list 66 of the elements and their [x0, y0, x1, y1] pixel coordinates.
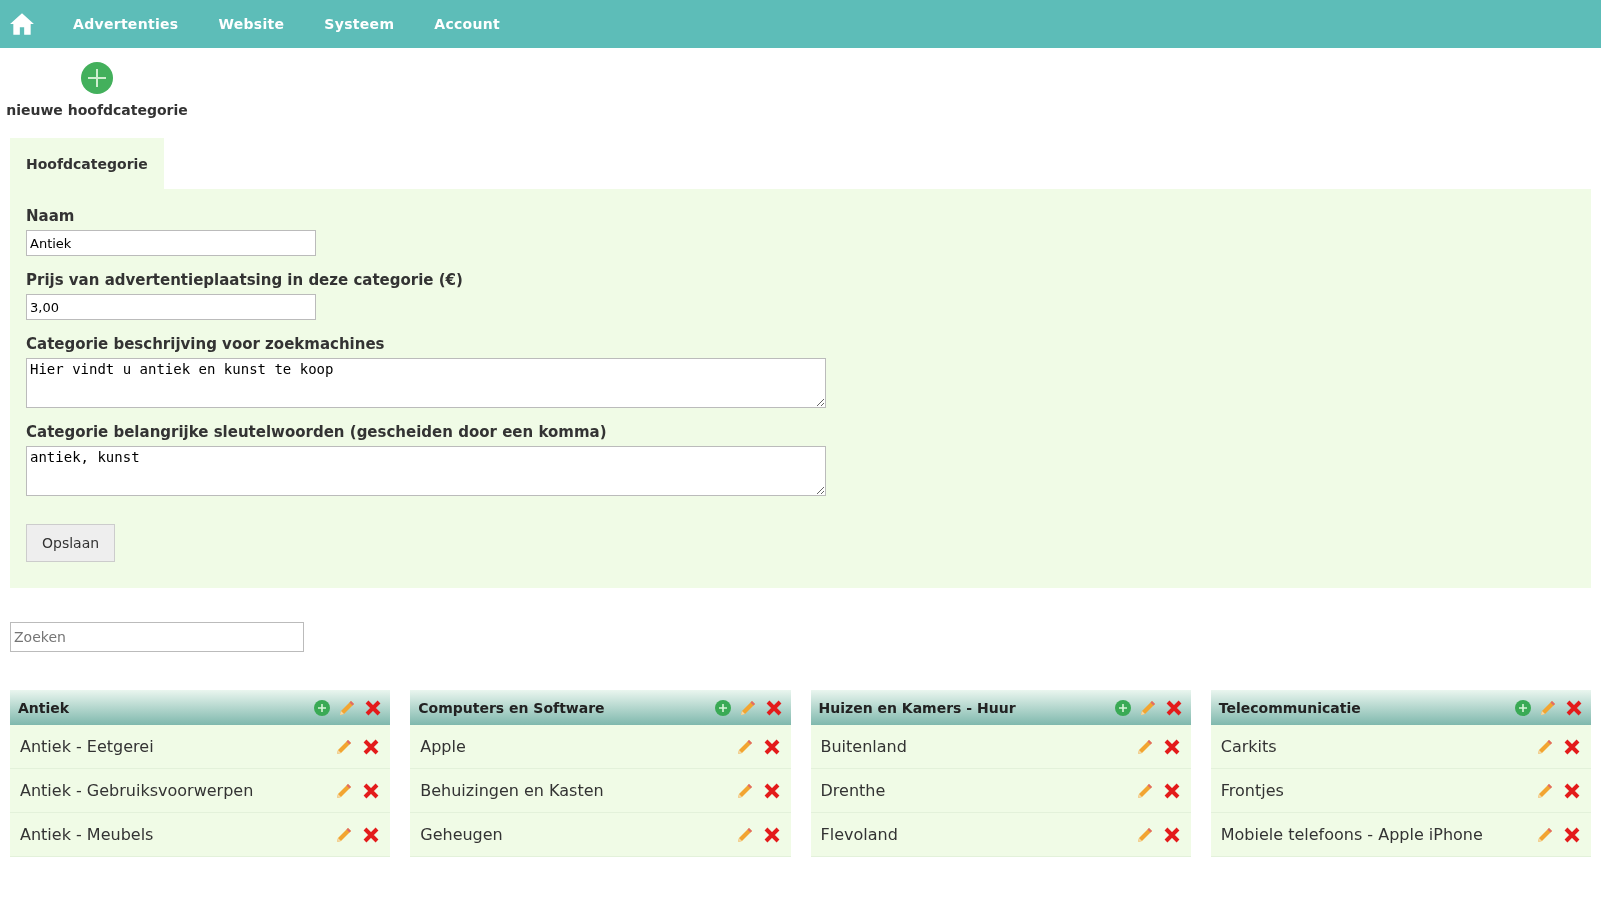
subcategory-name[interactable]: Carkits: [1220, 737, 1527, 756]
category-title: Computers en Software: [418, 699, 606, 716]
pencil-icon[interactable]: [335, 825, 354, 844]
tab[interactable]: Hoofdcategorie: [10, 138, 164, 189]
subcategory-name[interactable]: Flevoland: [820, 825, 1127, 844]
delete-icon[interactable]: [1565, 698, 1583, 717]
field-label: Naam: [26, 207, 75, 225]
pencil-icon[interactable]: [1536, 825, 1554, 844]
delete-icon[interactable]: [764, 698, 783, 717]
text-area[interactable]: Hier vindt u antiek en kunst te koop: [26, 358, 826, 408]
delete-icon[interactable]: [762, 781, 781, 800]
category-title: Telecommunicatie: [1218, 699, 1362, 716]
subcategory-name[interactable]: Behuizingen en Kasten: [420, 781, 727, 800]
subcategory-name[interactable]: Frontjes: [1220, 781, 1527, 800]
subcategory-name[interactable]: Mobiele telefoons - Apple iPhone: [1220, 825, 1527, 844]
subcategory-name[interactable]: Antiek - Meubels: [20, 825, 327, 844]
delete-icon[interactable]: [1563, 737, 1581, 756]
subcategory-name[interactable]: Buitenland: [820, 737, 1127, 756]
delete-icon[interactable]: [362, 737, 381, 756]
delete-icon[interactable]: [364, 698, 383, 717]
delete-icon[interactable]: [762, 825, 781, 844]
add-icon[interactable]: [81, 62, 113, 94]
add-icon[interactable]: [1114, 699, 1131, 716]
pencil-icon[interactable]: [735, 781, 754, 800]
field-label: Prijs van advertentieplaatsing in deze categorie (€): [26, 271, 463, 289]
field-label: Categorie belangrijke sleutelwoorden (gescheiden door een komma): [26, 423, 607, 441]
text-field[interactable]: Antiek: [26, 230, 316, 256]
delete-icon[interactable]: [762, 737, 781, 756]
delete-icon[interactable]: [1563, 781, 1581, 800]
new-category-link[interactable]: nieuwe hoofdcategorie: [6, 102, 188, 118]
field-label: Categorie beschrijving voor zoekmachines: [26, 335, 385, 353]
subcategory-name[interactable]: Geheugen: [420, 825, 727, 844]
add-icon[interactable]: [1515, 699, 1531, 716]
delete-icon[interactable]: [1162, 825, 1181, 844]
search-field[interactable]: Zoeken: [10, 622, 304, 652]
pencil-icon[interactable]: [1539, 698, 1557, 717]
add-icon[interactable]: [714, 699, 731, 716]
pencil-icon[interactable]: [1135, 825, 1154, 844]
category-title: Antiek: [18, 699, 71, 716]
delete-icon[interactable]: [1563, 825, 1581, 844]
category-title: Huizen en Kamers - Huur: [818, 699, 1017, 716]
subcategory-name[interactable]: Drenthe: [820, 781, 1127, 800]
pencil-icon[interactable]: [335, 737, 354, 756]
pencil-icon[interactable]: [735, 737, 754, 756]
pencil-icon[interactable]: [338, 698, 357, 717]
delete-icon[interactable]: [1164, 698, 1183, 717]
save-button[interactable]: Opslaan: [26, 524, 116, 562]
pencil-icon[interactable]: [335, 781, 354, 800]
subcategory-name[interactable]: Apple: [420, 737, 727, 756]
add-icon[interactable]: [314, 699, 331, 716]
subcategory-name[interactable]: Antiek - Eetgerei: [20, 737, 327, 756]
pencil-icon[interactable]: [1536, 781, 1554, 800]
text-field[interactable]: 3,00: [26, 294, 316, 320]
pencil-icon[interactable]: [1135, 781, 1154, 800]
subcategory-name[interactable]: Antiek - Gebruiksvoorwerpen: [20, 781, 327, 800]
delete-icon[interactable]: [362, 781, 381, 800]
delete-icon[interactable]: [362, 825, 381, 844]
text-area[interactable]: antiek, kunst: [26, 446, 826, 496]
delete-icon[interactable]: [1162, 737, 1181, 756]
pencil-icon[interactable]: [735, 825, 754, 844]
pencil-icon[interactable]: [738, 698, 757, 717]
pencil-icon[interactable]: [1536, 737, 1554, 756]
pencil-icon[interactable]: [1138, 698, 1157, 717]
pencil-icon[interactable]: [1135, 737, 1154, 756]
delete-icon[interactable]: [1162, 781, 1181, 800]
home-icon[interactable]: [9, 11, 35, 37]
